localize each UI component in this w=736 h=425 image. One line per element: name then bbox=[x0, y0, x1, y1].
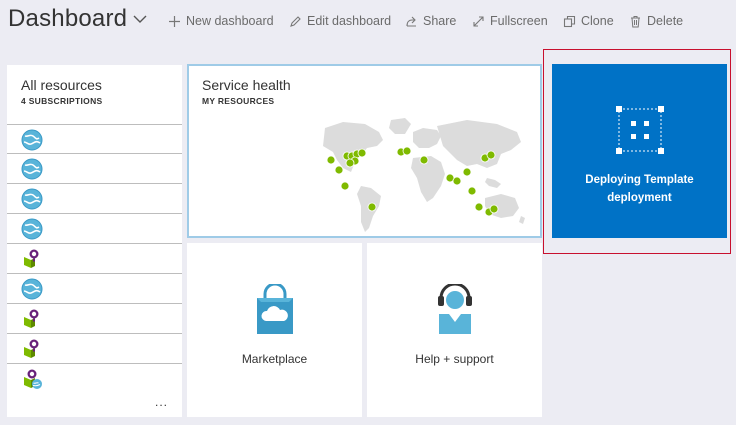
help-support-tile[interactable]: Help + support bbox=[367, 243, 542, 417]
app-insights-bulb-globe-icon bbox=[24, 369, 42, 389]
resource-row[interactable] bbox=[7, 364, 182, 394]
resource-row[interactable] bbox=[7, 154, 182, 184]
help-support-label: Help + support bbox=[415, 352, 494, 366]
web-app-globe-icon bbox=[21, 278, 43, 300]
pencil-icon bbox=[290, 15, 301, 27]
share-label: Share bbox=[423, 14, 457, 28]
share-button[interactable]: Share bbox=[405, 13, 456, 29]
resource-row[interactable] bbox=[7, 184, 182, 214]
clone-label: Clone bbox=[581, 14, 614, 28]
all-resources-title: All resources bbox=[21, 77, 102, 93]
resource-row[interactable] bbox=[7, 334, 182, 364]
edit-dashboard-button[interactable]: Edit dashboard bbox=[289, 13, 391, 29]
resource-row[interactable] bbox=[7, 244, 182, 274]
deploying-label: Deploying Template deployment bbox=[552, 171, 727, 207]
web-app-globe-icon bbox=[21, 158, 43, 180]
resource-row[interactable] bbox=[7, 214, 182, 244]
app-insights-bulb-icon bbox=[24, 339, 39, 358]
service-health-tile[interactable]: Service health MY RESOURCES bbox=[187, 64, 542, 238]
dashboard-header: Dashboard New dashboard Edit dashboard S… bbox=[0, 0, 736, 42]
service-health-title: Service health bbox=[202, 77, 291, 93]
new-dashboard-button[interactable]: New dashboard bbox=[168, 13, 274, 29]
deploying-template-tile[interactable]: Deploying Template deployment bbox=[552, 64, 727, 238]
shopping-bag-icon bbox=[256, 284, 293, 334]
web-app-globe-icon bbox=[21, 218, 43, 240]
deploying-label-line2: deployment bbox=[607, 192, 672, 204]
service-health-subtitle: MY RESOURCES bbox=[202, 96, 275, 106]
web-app-globe-icon bbox=[21, 188, 43, 210]
help-support-person-icon bbox=[437, 284, 472, 334]
clone-icon bbox=[563, 15, 576, 27]
fullscreen-label: Fullscreen bbox=[490, 14, 548, 28]
delete-button[interactable]: Delete bbox=[629, 13, 683, 29]
resource-row[interactable] bbox=[7, 304, 182, 334]
chevron-down-icon[interactable] bbox=[132, 12, 148, 26]
marketplace-tile[interactable]: Marketplace bbox=[187, 243, 362, 417]
page-title: Dashboard bbox=[8, 5, 128, 32]
web-app-globe-icon bbox=[21, 129, 43, 151]
delete-label: Delete bbox=[647, 14, 684, 28]
new-dashboard-label: New dashboard bbox=[186, 14, 274, 28]
resource-group-dots-icon bbox=[616, 106, 664, 154]
app-insights-bulb-icon bbox=[24, 249, 39, 268]
trash-icon bbox=[631, 15, 640, 27]
all-resources-tile[interactable]: All resources 4 SUBSCRIPTIONS ... bbox=[7, 65, 182, 417]
plus-icon bbox=[169, 15, 180, 27]
marketplace-label: Marketplace bbox=[241, 352, 308, 366]
edit-dashboard-label: Edit dashboard bbox=[307, 14, 392, 28]
clone-button[interactable]: Clone bbox=[563, 13, 614, 29]
world-map-image bbox=[323, 118, 525, 232]
share-icon bbox=[406, 16, 416, 27]
app-insights-bulb-icon bbox=[24, 309, 39, 328]
resource-list bbox=[7, 124, 182, 394]
more-ellipsis[interactable]: ... bbox=[155, 395, 168, 409]
subscriptions-count: 4 SUBSCRIPTIONS bbox=[21, 96, 103, 106]
fullscreen-button[interactable]: Fullscreen bbox=[472, 13, 548, 29]
fullscreen-icon bbox=[473, 15, 484, 27]
resource-row[interactable] bbox=[7, 274, 182, 304]
resource-row[interactable] bbox=[7, 124, 182, 154]
deploying-label-line1: Deploying Template bbox=[585, 174, 694, 186]
